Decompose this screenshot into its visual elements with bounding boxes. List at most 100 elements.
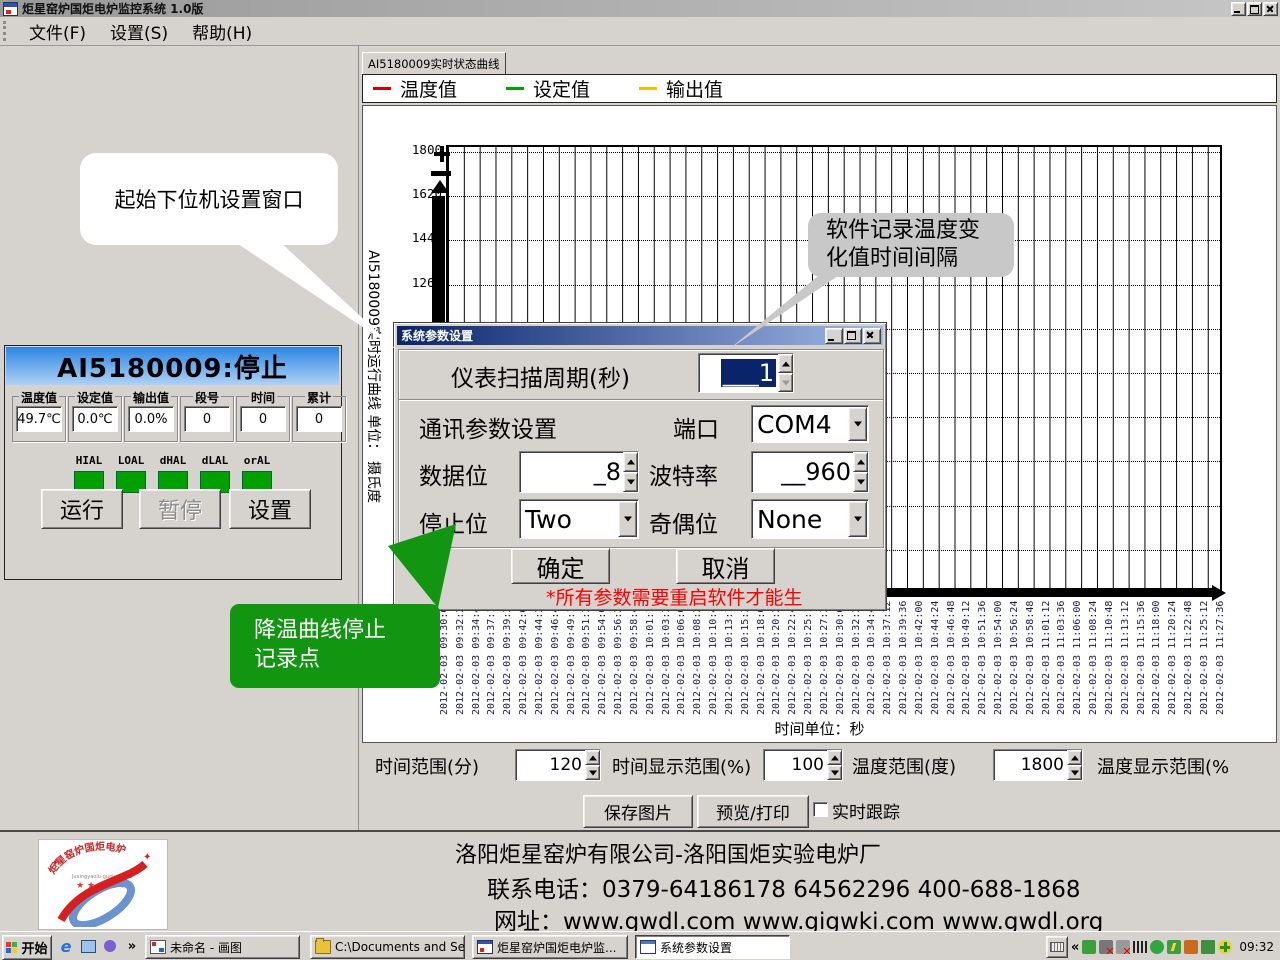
h-gridline	[448, 196, 1220, 197]
x-axis-tick: 2012-02-03 09:37:12	[485, 597, 501, 717]
storage-icon[interactable]	[1201, 940, 1215, 954]
scroll-up-icon[interactable]	[431, 180, 449, 193]
spin-down-icon[interactable]	[585, 765, 600, 780]
close-icon[interactable]	[1263, 2, 1278, 16]
volume-muted-icon[interactable]	[1099, 940, 1113, 954]
menu-file[interactable]: 文件(F)	[17, 19, 98, 44]
databits-spinner[interactable]: _8	[519, 451, 639, 493]
maximize-icon[interactable]	[1247, 2, 1262, 16]
parity-combobox[interactable]: None	[751, 499, 869, 539]
spin-down-icon[interactable]	[623, 472, 638, 492]
spin-up-icon[interactable]	[1067, 750, 1082, 765]
x-axis-tick: 2012-02-03 10:34:48	[865, 597, 881, 717]
chevron-down-icon[interactable]	[618, 501, 637, 537]
zoom-in-icon[interactable]	[430, 142, 454, 166]
x-axis-tick: 2012-02-03 09:34:48	[470, 597, 486, 717]
task-explorer[interactable]: C:\Documents and Se...	[310, 935, 465, 959]
x-axis-tick: 2012-02-03 11:13:12	[1119, 597, 1135, 717]
x-axis-note: 时间单位：秒	[362, 718, 1277, 739]
spin-down-icon[interactable]	[1067, 765, 1082, 780]
realtime-track-checkbox[interactable]	[813, 802, 828, 817]
spin-up-icon[interactable]	[853, 452, 868, 472]
x-axis-labels: 2012-02-03 09:30:002012-02-03 09:32:2420…	[438, 597, 1238, 719]
ie-icon[interactable]: e	[56, 936, 76, 956]
temp-range-spinner[interactable]: 1800	[993, 749, 1083, 781]
time-display-spinner[interactable]: 100	[763, 749, 843, 781]
x-axis-tick: 2012-02-03 11:01:12	[1040, 597, 1056, 717]
h-gridline	[448, 285, 1220, 286]
cancel-button[interactable]: 取消	[676, 548, 775, 584]
status-field: 累计 0	[292, 396, 346, 442]
spin-up-icon[interactable]	[585, 750, 600, 765]
x-axis-tick: 2012-02-03 09:51:36	[580, 597, 596, 717]
save-image-button[interactable]: 保存图片	[583, 795, 693, 828]
antivirus-icon[interactable]	[1082, 940, 1096, 954]
quicklaunch-more-chevron[interactable]: »	[122, 936, 142, 956]
dialog-close-icon[interactable]	[863, 328, 881, 344]
chevron-down-icon[interactable]	[848, 501, 867, 537]
run-button[interactable]: 运行	[41, 489, 123, 529]
spin-down-icon[interactable]	[827, 765, 842, 780]
signal-strength-icon[interactable]	[1133, 941, 1147, 953]
tab-realtime-curve[interactable]: AI5180009实时状态曲线	[362, 52, 506, 74]
baud-spinner[interactable]: __960	[751, 451, 869, 493]
port-label: 端口	[673, 410, 719, 444]
task-paint[interactable]: 未命名 - 画图	[145, 935, 300, 959]
legend-dash-setpoint	[506, 87, 524, 90]
menu-settings[interactable]: 设置(S)	[98, 19, 180, 44]
panel-divider	[358, 45, 359, 830]
download-manager-icon[interactable]	[1184, 940, 1198, 954]
menu-help[interactable]: 帮助(H)	[180, 19, 264, 44]
h-gridline	[448, 152, 1220, 153]
alarm-indicator: HIAL	[74, 454, 104, 493]
spin-up-icon[interactable]	[827, 750, 842, 765]
start-button[interactable]: 开始	[2, 935, 52, 960]
dialog-minimize-icon[interactable]	[825, 328, 843, 344]
port-combobox[interactable]: COM4	[751, 405, 869, 443]
x-axis-tick: 2012-02-03 10:25:12	[802, 597, 818, 717]
time-range-spinner[interactable]: 120	[515, 749, 601, 781]
x-axis-tick: 2012-02-03 11:22:48	[1182, 597, 1198, 717]
x-axis-tick: 2012-02-03 10:13:12	[723, 597, 739, 717]
ok-button[interactable]: 确定	[511, 548, 610, 584]
safety-plus-icon[interactable]	[1218, 940, 1232, 954]
network-globe-icon[interactable]	[1150, 940, 1164, 954]
stopbits-combobox[interactable]: Two	[519, 499, 639, 539]
minimize-icon[interactable]	[1231, 2, 1246, 16]
chevron-down-icon[interactable]	[848, 407, 867, 441]
tray-collapse-chevron[interactable]: «	[1071, 940, 1079, 955]
scroll-right-icon[interactable]	[1212, 585, 1226, 601]
x-axis-tick: 2012-02-03 09:54:00	[596, 597, 612, 717]
x-axis-tick: 2012-02-03 10:03:36	[660, 597, 676, 717]
x-axis-tick: 2012-02-03 10:18:00	[755, 597, 771, 717]
zoom-out-icon[interactable]	[431, 171, 451, 176]
network-muted-icon[interactable]	[1116, 940, 1130, 954]
restart-note: *所有参数需要重启软件才能生	[546, 583, 803, 610]
dialog-maximize-icon[interactable]	[844, 328, 862, 344]
spin-up-icon[interactable]	[778, 354, 793, 373]
spin-up-icon[interactable]	[623, 452, 638, 472]
messenger-icon[interactable]	[100, 936, 120, 956]
spin-down-icon[interactable]	[853, 472, 868, 492]
pause-button[interactable]: 暂停	[139, 489, 221, 529]
parity-label: 奇偶位	[649, 505, 718, 539]
callout-start-window: 起始下位机设置窗口	[80, 153, 338, 245]
realtime-track-label: 实时跟踪	[832, 798, 900, 823]
scan-period-spinner[interactable]: ___1	[698, 353, 794, 393]
preview-print-button[interactable]: 预览/打印	[697, 795, 809, 828]
x-axis-tick: 2012-02-03 10:10:48	[707, 597, 723, 717]
y-axis-title: AI5180009实时运行曲线 单位： 摄氏度	[368, 250, 386, 550]
security-shield-icon[interactable]	[1167, 940, 1181, 954]
x-axis-tick: 2012-02-03 09:58:48	[628, 597, 644, 717]
setup-button[interactable]: 设置	[229, 489, 311, 529]
keyboard-icon[interactable]	[1046, 936, 1068, 958]
x-axis-tick: 2012-02-03 11:15:36	[1135, 597, 1151, 717]
dialog-titlebar[interactable]: 系统参数设置	[397, 326, 883, 345]
task-system-params[interactable]: 系统参数设置	[635, 935, 790, 959]
footer-phone: 联系电话：0379-64186178 64562296 400-688-1868	[487, 870, 1081, 904]
x-axis-tick: 2012-02-03 10:06:00	[675, 597, 691, 717]
x-axis-tick: 2012-02-03 09:49:12	[565, 597, 581, 717]
task-monitor-app[interactable]: 炬星窑炉国炬电炉监...	[472, 935, 628, 959]
show-desktop-icon[interactable]	[78, 936, 98, 956]
spin-down-icon[interactable]	[778, 373, 793, 392]
